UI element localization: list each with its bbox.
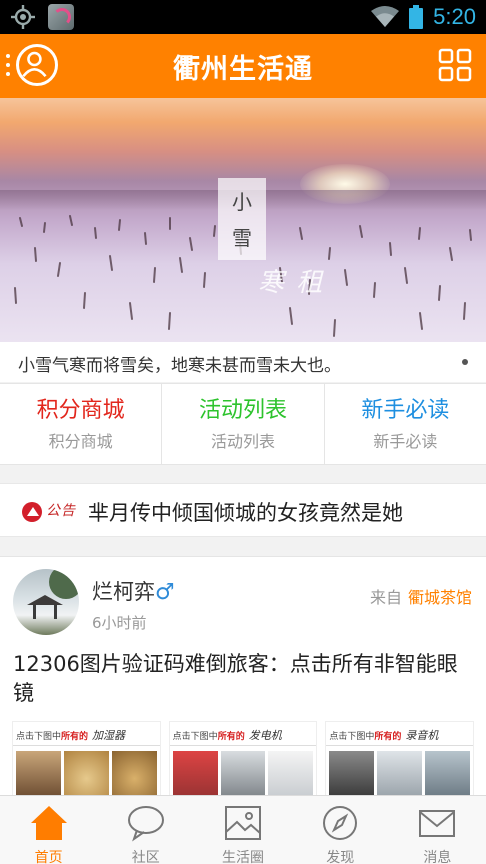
announcement-bar[interactable]: 公告 芈月传中倾国倾城的女孩竟然是她: [0, 483, 486, 537]
wifi-icon: [371, 6, 400, 27]
post-time: 6小时前: [92, 614, 147, 632]
tab-discover[interactable]: 发现: [292, 796, 389, 864]
post-source-link[interactable]: 衢城茶馆: [408, 588, 472, 607]
post-thumbnail[interactable]: 点击下图中所有的 加湿器: [12, 721, 161, 801]
quick-link-points-mall[interactable]: 积分商城 积分商城: [0, 384, 163, 464]
post-title[interactable]: 12306图片验证码难倒旅客：点击所有非智能眼镜: [13, 650, 475, 708]
quick-link-newbie-guide[interactable]: 新手必读 新手必读: [325, 384, 486, 464]
status-bar: 5:20: [0, 0, 486, 34]
compass-icon: [323, 806, 358, 840]
banner-stamp: 小 雪: [218, 178, 266, 260]
location-icon: [11, 5, 35, 29]
battery-icon: [409, 5, 424, 29]
app-header: 衢州生活通: [0, 34, 486, 98]
app-notification-icon: [48, 4, 74, 30]
announcement-text: 芈月传中倾国倾城的女孩竟然是她: [88, 501, 403, 525]
post-card[interactable]: 烂柯弈♂ 6小时前 来自 衢城茶馆 12306图片验证码难倒旅客：点击所有非智能眼…: [0, 556, 486, 801]
author-avatar[interactable]: [13, 569, 79, 635]
page-title: 衢州生活通: [173, 54, 313, 85]
banner-caption: 小雪气寒而将雪矣，地寒未甚而雪未大也。: [0, 342, 486, 382]
tab-home[interactable]: 首页: [0, 796, 97, 864]
banner-caption-text: 小雪气寒而将雪矣，地寒未甚而雪未大也。: [18, 356, 341, 376]
announcement-icon: [22, 502, 42, 522]
quick-links: 积分商城 积分商城 活动列表 活动列表 新手必读 新手必读: [0, 383, 486, 465]
tab-messages[interactable]: 消息: [389, 796, 486, 864]
clock: 5:20: [433, 4, 476, 29]
tab-life-circle[interactable]: 生活圈: [194, 796, 291, 864]
male-gender-icon: ♂: [155, 580, 175, 605]
announcement-tag: 公告: [46, 503, 76, 519]
post-thumbnail[interactable]: 点击下图中所有的 发电机: [168, 721, 318, 801]
author-name[interactable]: 烂柯弈♂: [92, 576, 175, 606]
post-thumbnails: 点击下图中所有的 加湿器 点击下图中所有的 发电机 点击下图中所有的 录音机: [12, 721, 475, 801]
tab-community[interactable]: 社区: [97, 796, 194, 864]
banner-image[interactable]: 寒 租 小 雪: [0, 98, 486, 342]
bottom-tab-bar: 首页 社区 生活圈 发现 消息: [0, 795, 486, 864]
quick-link-activities[interactable]: 活动列表 活动列表: [162, 384, 325, 464]
carousel-indicator[interactable]: [462, 359, 468, 365]
mail-icon: [419, 810, 456, 837]
post-source: 来自 衢城茶馆: [369, 588, 472, 607]
picture-icon: [225, 806, 261, 840]
banner-script-text: 寒 租: [258, 268, 325, 298]
home-icon: [30, 806, 67, 840]
app-screen: 5:20 衢州生活通 寒 租 小 雪 小雪气寒而将雪矣，地寒未甚而雪未大也。 积…: [0, 0, 486, 864]
chat-bubble-icon: [127, 806, 164, 842]
grid-menu-icon[interactable]: [438, 48, 472, 82]
post-thumbnail[interactable]: 点击下图中所有的 录音机: [325, 721, 475, 801]
